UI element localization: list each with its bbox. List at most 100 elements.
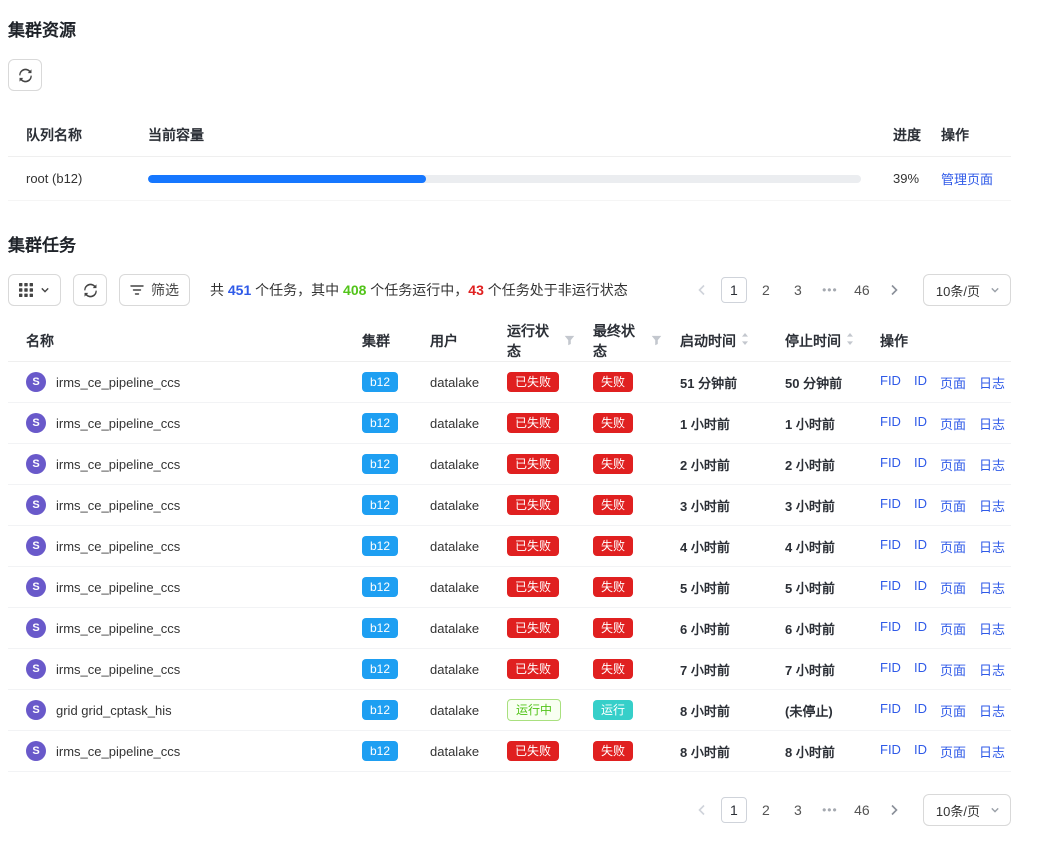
filter-button[interactable]: 筛选	[119, 274, 190, 306]
action-link-log[interactable]: 日志	[979, 742, 1005, 761]
start-time: 6 小时前	[662, 619, 767, 638]
action-link-log[interactable]: 日志	[979, 537, 1005, 556]
action-link-id[interactable]: ID	[914, 537, 927, 556]
column-settings-button[interactable]	[8, 274, 61, 306]
pagination-ellipsis[interactable]: •••	[817, 277, 843, 303]
action-link-id[interactable]: ID	[914, 660, 927, 679]
task-name: irms_ce_pipeline_ccs	[56, 744, 180, 759]
pagination-next-button[interactable]	[881, 797, 907, 823]
final-status-badge: 失败	[593, 741, 633, 761]
resources-section-title: 集群资源	[8, 16, 1011, 41]
action-link-page[interactable]: 页面	[940, 742, 966, 761]
action-link-fid[interactable]: FID	[880, 373, 901, 392]
action-link-log[interactable]: 日志	[979, 455, 1005, 474]
queue-capacity-cell	[130, 175, 875, 183]
header-final-status: 最终状态	[575, 321, 662, 361]
pagination-page-3[interactable]: 3	[785, 277, 811, 303]
action-link-page[interactable]: 页面	[940, 414, 966, 433]
action-link-page[interactable]: 页面	[940, 619, 966, 638]
final-status-badge: 失败	[593, 618, 633, 638]
pagination-page-1[interactable]: 1	[721, 277, 747, 303]
action-link-log[interactable]: 日志	[979, 619, 1005, 638]
page: 集群资源 队列名称 当前容量 进度 操作 root (b12) 39%	[0, 0, 1039, 846]
pagination-page-1[interactable]: 1	[721, 797, 747, 823]
row-actions: FID ID 页面日志	[862, 414, 1011, 433]
tasks-refresh-button[interactable]	[73, 274, 107, 306]
queue-name: root (b12)	[8, 171, 130, 186]
task-name: irms_ce_pipeline_ccs	[56, 539, 180, 554]
pagination-ellipsis[interactable]: •••	[817, 797, 843, 823]
pagination-prev-button[interactable]	[689, 797, 715, 823]
avatar: S	[26, 536, 46, 556]
action-link-fid[interactable]: FID	[880, 619, 901, 638]
chevron-down-icon	[990, 803, 1000, 818]
chevron-down-icon	[990, 283, 1000, 298]
filter-funnel-icon[interactable]	[651, 333, 662, 349]
cluster-badge: b12	[362, 618, 398, 638]
cluster-tasks-section: 集群任务 筛选 共 451 个任务，其	[8, 231, 1011, 826]
action-link-id[interactable]: ID	[914, 742, 927, 761]
avatar: S	[26, 741, 46, 761]
row-actions: FID ID 页面日志	[862, 742, 1011, 761]
stop-time: 4 小时前	[767, 537, 862, 556]
pagination-next-button[interactable]	[881, 277, 907, 303]
manage-page-link[interactable]: 管理页面	[941, 172, 993, 187]
action-link-log[interactable]: 日志	[979, 660, 1005, 679]
sort-icon[interactable]	[846, 332, 854, 349]
table-row: S irms_ce_pipeline_ccs b12 datalake 已失败 …	[8, 485, 1011, 526]
action-link-page[interactable]: 页面	[940, 373, 966, 392]
header-start-time: 启动时间	[662, 331, 767, 351]
action-link-page[interactable]: 页面	[940, 578, 966, 597]
action-link-page[interactable]: 页面	[940, 455, 966, 474]
action-link-log[interactable]: 日志	[979, 578, 1005, 597]
action-link-id[interactable]: ID	[914, 373, 927, 392]
cluster-badge: b12	[362, 659, 398, 679]
action-link-id[interactable]: ID	[914, 414, 927, 433]
page-size-select[interactable]: 10条/页	[923, 794, 1011, 826]
action-link-log[interactable]: 日志	[979, 373, 1005, 392]
cluster-badge: b12	[362, 536, 398, 556]
resources-refresh-button[interactable]	[8, 59, 42, 91]
pagination-page-46[interactable]: 46	[849, 277, 875, 303]
action-link-log[interactable]: 日志	[979, 496, 1005, 515]
sort-icon[interactable]	[741, 332, 749, 349]
filter-lines-icon	[130, 284, 144, 296]
action-link-page[interactable]: 页面	[940, 537, 966, 556]
action-link-fid[interactable]: FID	[880, 496, 901, 515]
action-link-fid[interactable]: FID	[880, 701, 901, 720]
header-name: 名称	[8, 331, 344, 351]
task-user: datalake	[412, 662, 489, 677]
cluster-badge: b12	[362, 741, 398, 761]
resources-table-header: 队列名称 当前容量 进度 操作	[8, 113, 1011, 157]
action-link-fid[interactable]: FID	[880, 742, 901, 761]
action-link-id[interactable]: ID	[914, 578, 927, 597]
action-link-id[interactable]: ID	[914, 619, 927, 638]
action-link-fid[interactable]: FID	[880, 660, 901, 679]
pagination-page-3[interactable]: 3	[785, 797, 811, 823]
task-name: irms_ce_pipeline_ccs	[56, 662, 180, 677]
action-link-page[interactable]: 页面	[940, 496, 966, 515]
action-link-fid[interactable]: FID	[880, 455, 901, 474]
action-link-id[interactable]: ID	[914, 496, 927, 515]
pagination-prev-button[interactable]	[689, 277, 715, 303]
action-link-id[interactable]: ID	[914, 701, 927, 720]
stop-time: 5 小时前	[767, 578, 862, 597]
stop-time: 8 小时前	[767, 742, 862, 761]
pagination-page-46[interactable]: 46	[849, 797, 875, 823]
filter-funnel-icon[interactable]	[564, 333, 575, 349]
header-stop-time-label: 停止时间	[785, 331, 841, 351]
avatar: S	[26, 659, 46, 679]
page-size-select[interactable]: 10条/页	[923, 274, 1011, 306]
pagination-bottom: 123•••46	[689, 797, 907, 823]
action-link-fid[interactable]: FID	[880, 537, 901, 556]
action-link-fid[interactable]: FID	[880, 414, 901, 433]
action-link-fid[interactable]: FID	[880, 578, 901, 597]
action-link-log[interactable]: 日志	[979, 414, 1005, 433]
action-link-page[interactable]: 页面	[940, 660, 966, 679]
action-link-page[interactable]: 页面	[940, 701, 966, 720]
pagination-page-2[interactable]: 2	[753, 797, 779, 823]
pagination-page-2[interactable]: 2	[753, 277, 779, 303]
action-link-id[interactable]: ID	[914, 455, 927, 474]
header-start-time-label: 启动时间	[680, 331, 736, 351]
action-link-log[interactable]: 日志	[979, 701, 1005, 720]
